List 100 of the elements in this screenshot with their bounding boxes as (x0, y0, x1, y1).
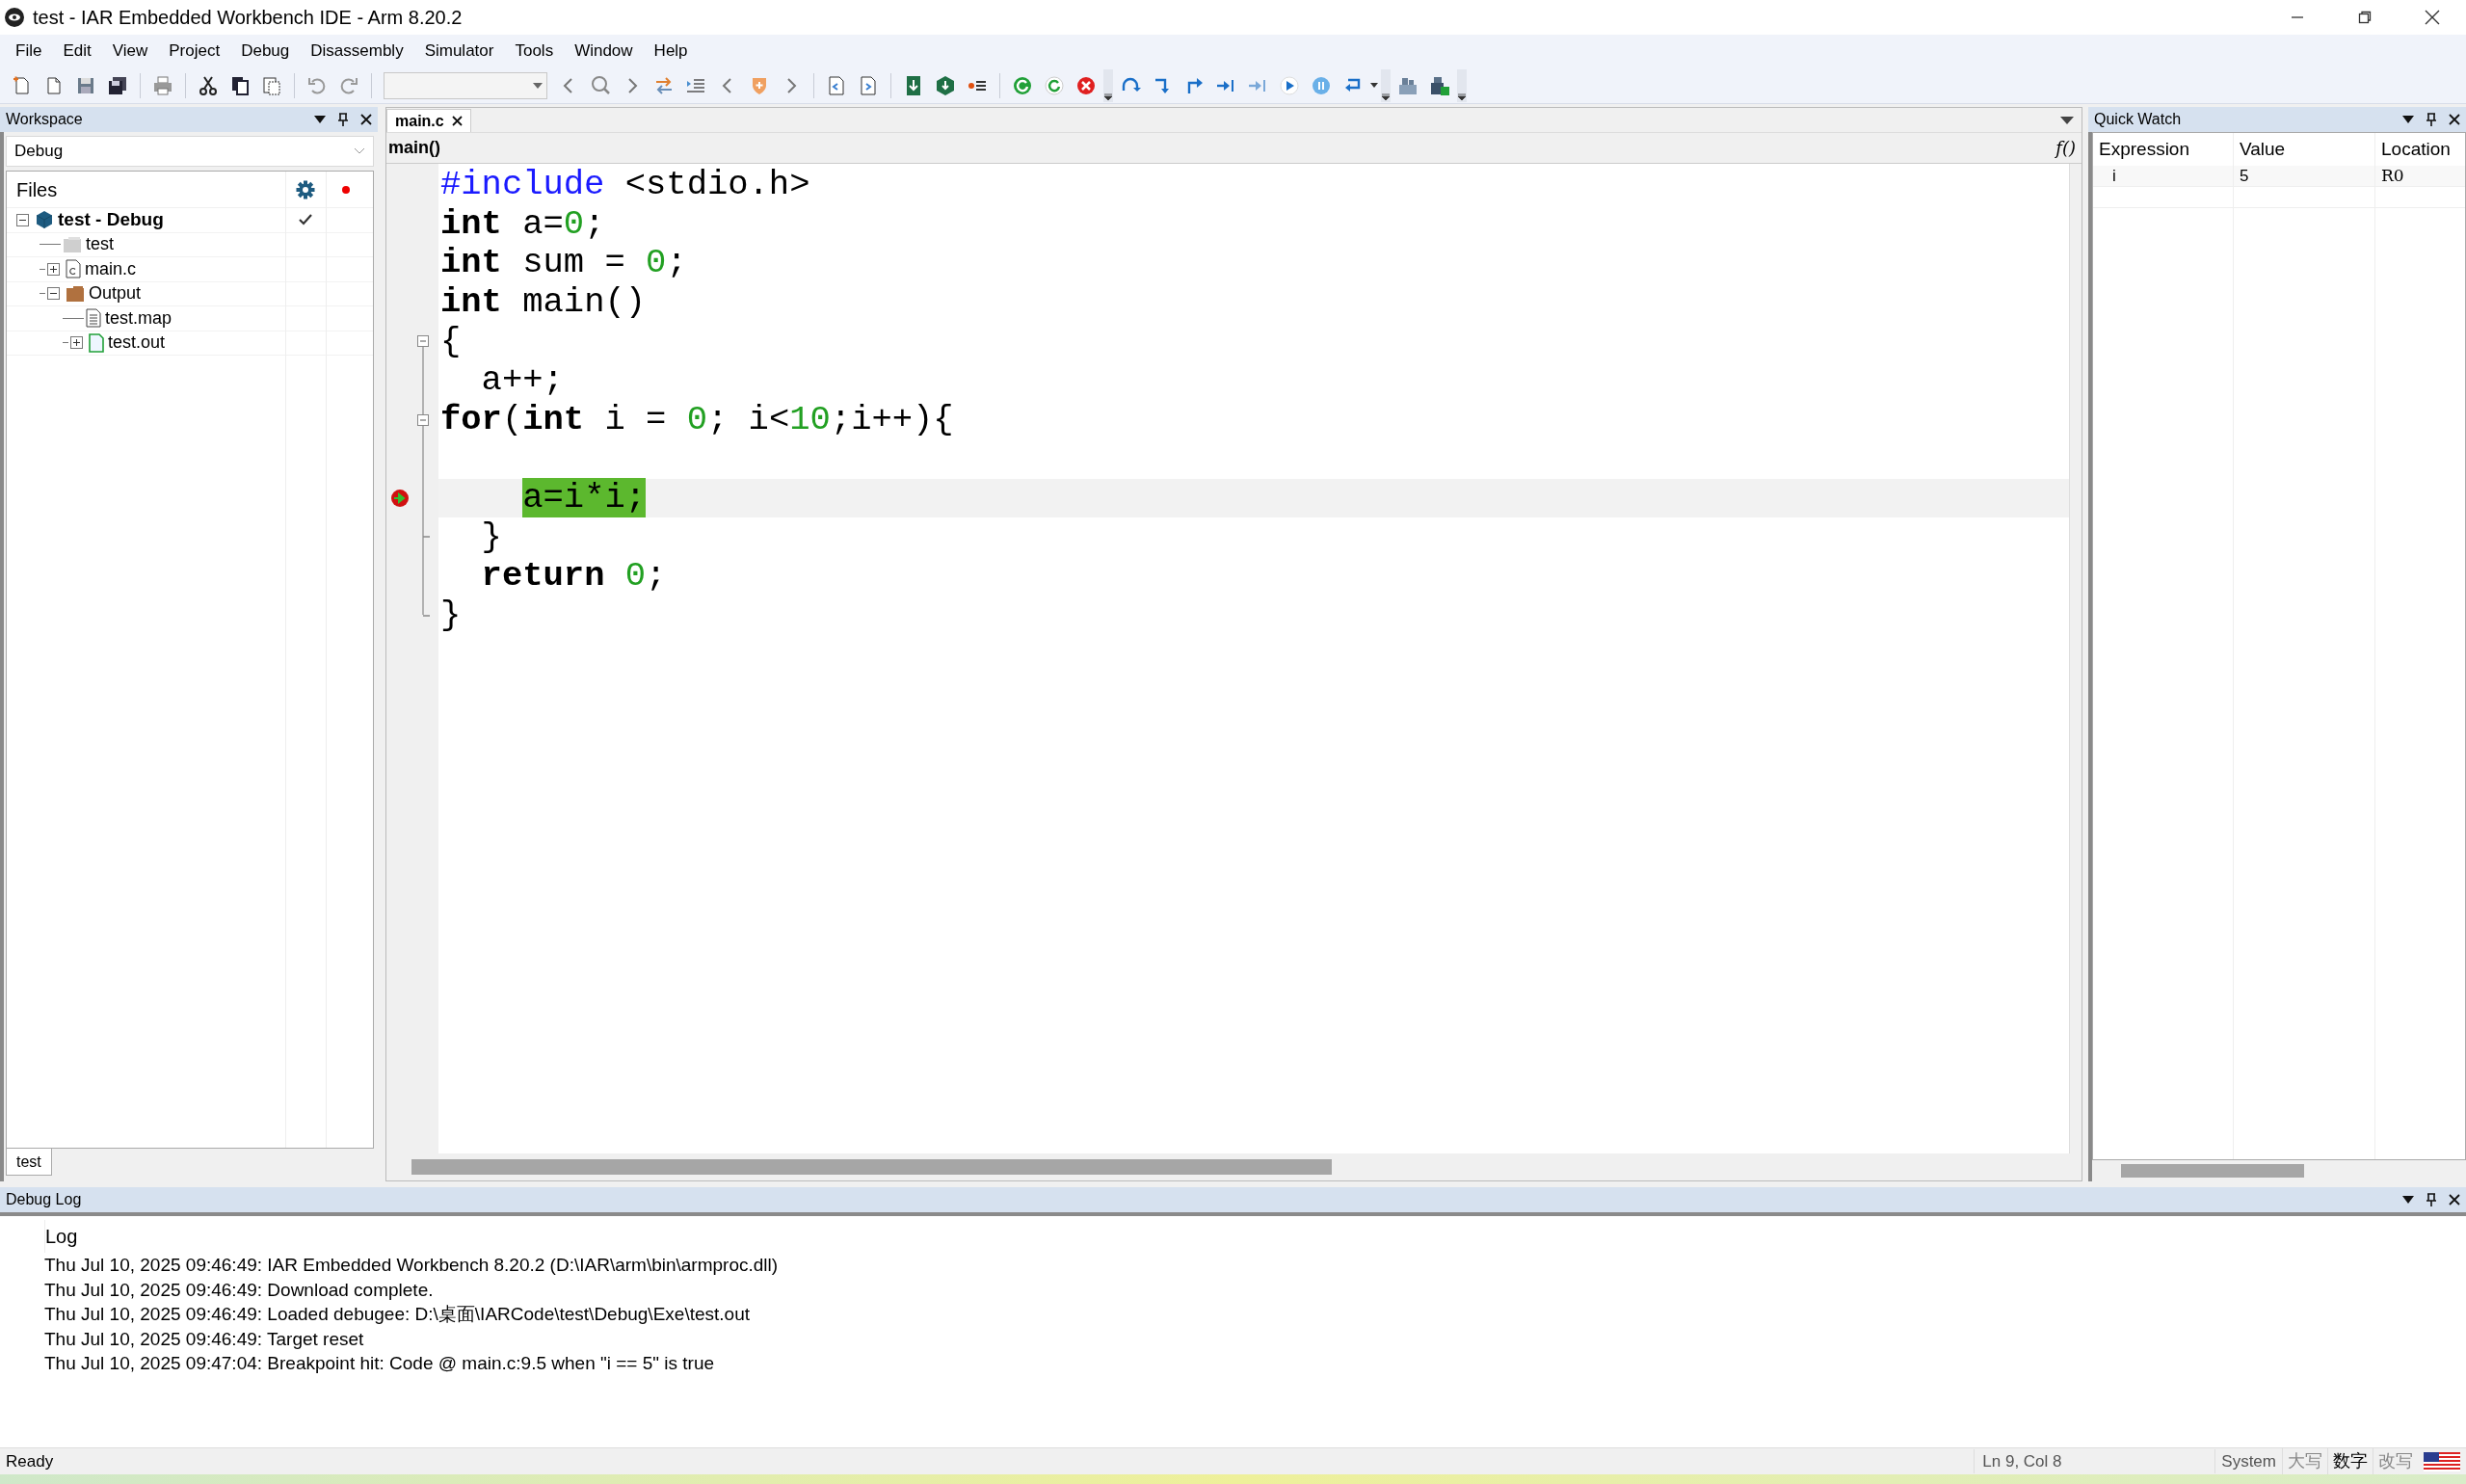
code-line: { (440, 322, 462, 361)
doc-right-icon (858, 74, 879, 96)
close-icon[interactable] (2449, 1194, 2460, 1206)
pin-icon[interactable] (2426, 113, 2437, 126)
menu-item[interactable]: Tools (505, 37, 564, 66)
folder-icon (66, 284, 85, 303)
cursor-position: Ln 9, Col 8 (1974, 1448, 2167, 1474)
menu-item[interactable]: Debug (231, 37, 300, 66)
reset-icon (1044, 74, 1065, 96)
expand-icon[interactable] (47, 262, 60, 276)
folder-icon (63, 235, 82, 253)
input-mode: System (2214, 1448, 2282, 1474)
menu-item[interactable]: Help (644, 37, 698, 66)
code-line: for(int i = 0; i<10;i++){ (440, 400, 954, 439)
caret-down-icon (1104, 92, 1112, 100)
menu-item[interactable]: Simulator (414, 37, 504, 66)
column-header[interactable]: Files (7, 174, 285, 204)
table-cell-text: 5 (2239, 165, 2250, 187)
menu-item[interactable]: File (6, 37, 52, 66)
function-list-button[interactable]: f() (2055, 135, 2080, 161)
log-line: Thu Jul 10, 2025 09:47:04: Breakpoint hit: Code @ main.c:9.5 when "i == 5" is true (44, 1352, 716, 1375)
tree-item[interactable]: main.c (85, 255, 136, 282)
toolbar-overflow-button[interactable] (1381, 68, 1391, 102)
panel-title: Debug Log (6, 1190, 82, 1209)
column-header[interactable]: Value (2234, 135, 2375, 164)
go-icon (1012, 74, 1033, 96)
collapse-icon[interactable] (16, 213, 29, 226)
editor-tab[interactable]: main.c (386, 109, 471, 132)
menu-item[interactable]: View (102, 37, 158, 66)
code-line: int main() (440, 283, 647, 323)
copy-icon (229, 74, 251, 96)
caret-down-icon (533, 82, 543, 89)
caret-down-icon (1382, 92, 1390, 100)
collapse-icon[interactable] (47, 287, 60, 301)
close-icon (2425, 10, 2440, 25)
doc-left-icon (826, 74, 847, 96)
code-line: } (480, 517, 502, 557)
fold-toggle-icon[interactable] (417, 413, 429, 426)
tree-item[interactable]: test (86, 231, 114, 258)
tree-item[interactable]: test.out (108, 330, 166, 357)
caret-down-icon[interactable] (2402, 1196, 2414, 1204)
settings-icon[interactable] (296, 179, 315, 199)
table-cell-text: i (2111, 165, 2117, 187)
window-title: test - IAR Embedded Workbench IDE - Arm 8.20.2 (33, 6, 463, 30)
scrollbar-thumb[interactable] (411, 1159, 1332, 1175)
column-header[interactable]: Log (44, 1220, 2466, 1253)
log-line: Thu Jul 10, 2025 09:46:49: Target reset (44, 1327, 365, 1351)
paste-icon (261, 74, 282, 96)
search-icon (590, 74, 611, 96)
caret-down-icon (1458, 92, 1466, 100)
code-line: a++; (480, 361, 564, 401)
panel-title: Workspace (6, 110, 83, 129)
pin-icon[interactable] (2426, 1193, 2437, 1206)
log-line: Thu Jul 10, 2025 09:46:49: Download complete. (44, 1278, 435, 1302)
swap-arrows-icon (653, 74, 675, 96)
fold-toggle-icon[interactable] (417, 335, 429, 348)
c-file-icon (66, 259, 81, 279)
toolbar-overflow-button[interactable] (1457, 68, 1467, 102)
caret-down-icon[interactable] (2060, 117, 2074, 124)
log-line: Thu Jul 10, 2025 09:46:49: Loaded debugee: D:\桌面\IARCode\test\Debug\Exe\test.out (44, 1303, 751, 1326)
code-line: return 0; (480, 557, 667, 596)
close-icon[interactable] (2449, 114, 2460, 125)
chevron-down-icon (354, 147, 365, 155)
status-message: Ready (5, 1450, 55, 1472)
expand-icon[interactable] (70, 336, 83, 350)
close-icon[interactable] (451, 116, 463, 126)
caret-down-icon[interactable] (2402, 116, 2414, 123)
printer-icon (152, 74, 173, 96)
code-line: #include <stdio.h> (440, 166, 810, 205)
table-cell-text: R0 (2380, 164, 2405, 187)
caret-down-icon[interactable] (314, 116, 326, 123)
code-line: } (440, 596, 462, 635)
app-logo-icon (4, 7, 25, 28)
hexagon-icon (935, 74, 956, 96)
tree-item[interactable]: test.map (105, 305, 172, 331)
workspace-tab[interactable]: test (6, 1149, 52, 1176)
toolbar-overflow-button[interactable] (1103, 68, 1113, 102)
column-header[interactable]: Expression (2093, 135, 2234, 164)
caret-down-icon[interactable] (1370, 83, 1378, 88)
pin-icon[interactable] (337, 113, 349, 126)
play-icon (1279, 74, 1300, 96)
file-icon (89, 332, 104, 353)
code-editor[interactable]: #include <stdio.h> int a=0; int sum = 0; int main() { a++; for(int i = 0; i<10;i++){ a=i*i; } return 0; } (386, 164, 2070, 1153)
scrollbar-thumb[interactable] (2121, 1164, 2304, 1178)
pause-icon (1311, 74, 1332, 96)
tree-item[interactable]: Output (89, 280, 142, 307)
tree-item[interactable]: test - Debug (58, 206, 164, 234)
menu-item[interactable]: Window (565, 37, 643, 66)
log-line: Thu Jul 10, 2025 09:46:49: IAR Embedded Workbench 8.20.2 (D:\IAR\arm\bin\armproc.dll) (44, 1254, 780, 1277)
document-icon (86, 308, 101, 329)
menu-item[interactable]: Edit (53, 37, 101, 66)
close-icon[interactable] (360, 114, 372, 125)
menu-item[interactable]: Disassembly (301, 37, 413, 66)
save-all-icon (107, 74, 128, 96)
flag-icon (2424, 1451, 2460, 1471)
restore-icon (2358, 11, 2372, 24)
blocks-plus-icon (1429, 74, 1450, 96)
menu-item[interactable]: Project (159, 37, 230, 66)
column-header[interactable]: Location (2375, 135, 2465, 164)
configuration-dropdown[interactable]: Debug (6, 136, 374, 167)
